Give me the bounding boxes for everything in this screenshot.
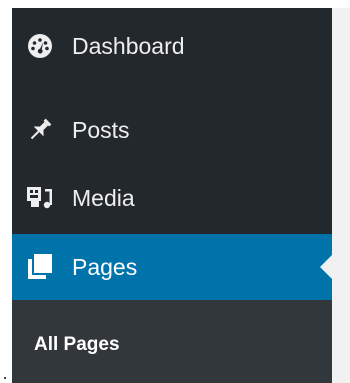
dashboard-icon <box>26 32 54 60</box>
edge-dot <box>4 377 6 379</box>
sidebar-item-pages-label: Pages <box>72 253 138 280</box>
submenu-item-all-pages[interactable]: All Pages <box>34 334 120 356</box>
sidebar-item-media-label: Media <box>72 184 135 211</box>
screen: Dashboard Posts Media Pages All Pages <box>0 0 350 383</box>
media-icon <box>26 184 54 212</box>
sidebar-item-media[interactable]: Media <box>12 168 332 228</box>
current-menu-pointer <box>320 255 332 279</box>
admin-sidebar: Dashboard Posts Media Pages All Pages <box>12 8 332 383</box>
sidebar-item-dashboard-label: Dashboard <box>72 32 185 59</box>
sidebar-item-pages[interactable]: Pages <box>12 234 332 300</box>
pushpin-icon <box>26 116 54 144</box>
sidebar-item-posts[interactable]: Posts <box>12 100 332 160</box>
content-area <box>332 8 350 383</box>
sidebar-item-posts-label: Posts <box>72 116 130 143</box>
pages-icon <box>26 253 54 281</box>
sidebar-item-dashboard[interactable]: Dashboard <box>12 16 332 76</box>
pages-submenu: All Pages <box>12 300 332 383</box>
